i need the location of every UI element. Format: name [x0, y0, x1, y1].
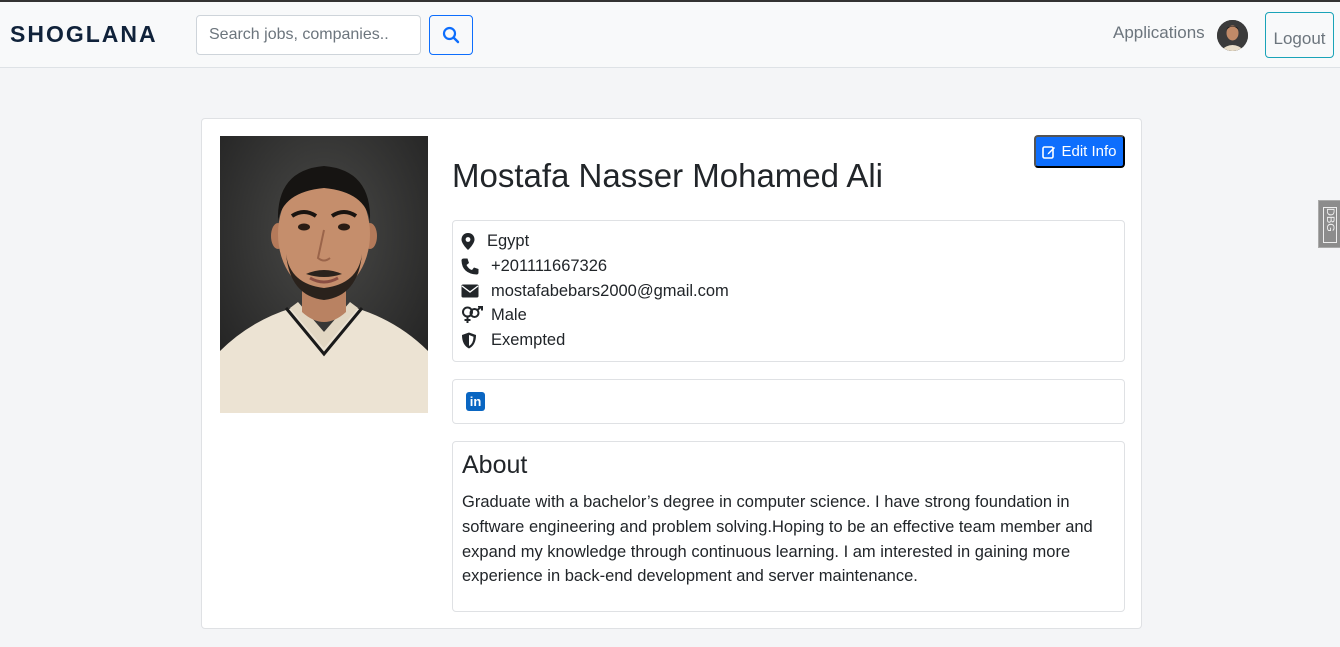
logout-button[interactable]: Logout: [1265, 12, 1334, 58]
side-feedback-tab[interactable]: DBG: [1318, 200, 1340, 248]
shield-icon: [461, 331, 483, 349]
navbar: SHOGLANA Applications Logout: [0, 2, 1340, 68]
profile-name: Mostafa Nasser Mohamed Ali: [452, 157, 884, 194]
gender-icon: [461, 306, 483, 324]
profile-card: Edit Info Mostafa Nasser Mohamed Ali Egy…: [201, 118, 1142, 629]
phone-icon: [461, 257, 483, 275]
user-avatar[interactable]: [1217, 20, 1248, 51]
info-email-text: mostafabebars2000@gmail.com: [491, 281, 729, 300]
edit-info-label: Edit Info: [1061, 143, 1117, 160]
envelope-icon: [461, 282, 483, 300]
profile-photo: [220, 136, 428, 413]
about-text: Graduate with a bachelor’s degree in com…: [462, 493, 1093, 586]
edit-info-button[interactable]: Edit Info: [1034, 135, 1125, 168]
social-links-box: in: [452, 379, 1125, 424]
info-military-status: Exempted: [461, 329, 565, 351]
info-email: mostafabebars2000@gmail.com: [461, 280, 729, 302]
search-input[interactable]: [196, 15, 421, 55]
location-pin-icon: [461, 232, 483, 250]
search-icon: [442, 26, 460, 44]
info-gender: Male: [461, 304, 527, 326]
brand-logo[interactable]: SHOGLANA: [10, 21, 158, 48]
search-button[interactable]: [429, 15, 473, 55]
info-phone-text: +201111667326: [491, 256, 608, 275]
edit-icon: [1042, 145, 1056, 159]
about-section: About Graduate with a bachelor’s degree …: [452, 441, 1125, 612]
about-title: About: [462, 451, 528, 479]
contact-info-box: Egypt +201111667326 mostafabebars2000@gm…: [452, 220, 1125, 362]
info-phone: +201111667326: [461, 255, 607, 277]
info-military-status-text: Exempted: [491, 330, 566, 349]
info-location: Egypt: [461, 230, 529, 252]
info-location-text: Egypt: [487, 231, 530, 250]
nav-link-applications[interactable]: Applications: [1113, 23, 1205, 43]
linkedin-icon[interactable]: in: [466, 392, 485, 411]
info-gender-text: Male: [491, 305, 527, 324]
